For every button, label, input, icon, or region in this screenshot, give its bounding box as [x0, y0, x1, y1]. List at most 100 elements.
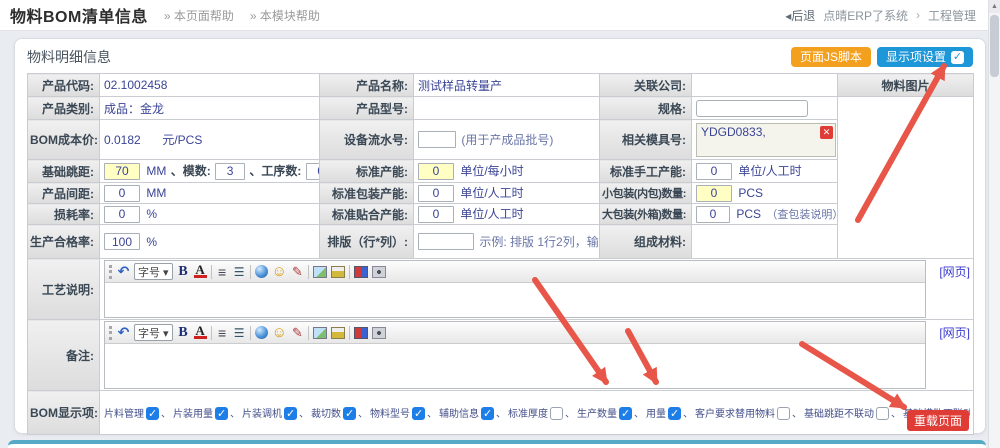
font-size-select[interactable]: 字号 ▾	[134, 324, 173, 341]
save-image-icon[interactable]	[331, 266, 345, 278]
separator	[211, 326, 212, 340]
bold-icon[interactable]: B	[177, 264, 190, 280]
bom-option-checkbox[interactable]	[284, 407, 297, 420]
loss-rate-input[interactable]	[104, 206, 140, 223]
process-note-textarea[interactable]	[105, 283, 925, 317]
emoticon-icon[interactable]: ☺	[272, 325, 287, 341]
display-settings-button[interactable]: 显示项设置 ✓	[877, 47, 973, 67]
bom-option-checkbox[interactable]	[619, 407, 632, 420]
layout-input[interactable]	[418, 233, 474, 250]
scrollbar-thumb[interactable]	[990, 15, 999, 77]
drag-grip	[109, 265, 113, 279]
ordered-list-icon[interactable]: ☰	[233, 264, 246, 280]
std-fit-capacity-input[interactable]	[418, 206, 454, 223]
remark-web-link[interactable]: [网页]	[926, 321, 970, 341]
display-settings-checkbox[interactable]: ✓	[951, 51, 964, 64]
bom-display-options: 片料管理、片装用量、片装调机、裁切数、物料型号、辅助信息、标准厚度、生产数量、用…	[104, 405, 970, 420]
remark-textarea[interactable]	[105, 344, 925, 388]
align-icon[interactable]: ≡	[216, 264, 229, 280]
back-link[interactable]: ◂后退	[785, 7, 815, 24]
std-manual-capacity-input[interactable]	[696, 163, 732, 180]
bom-display-option: 片装用量、	[173, 409, 242, 420]
pass-rate-input[interactable]	[104, 233, 140, 250]
bom-display-option: 基础跳距不联动、	[804, 409, 903, 420]
bom-display-option: 片装调机、	[242, 409, 311, 420]
bom-option-checkbox[interactable]	[668, 407, 681, 420]
field-value-device-serial: (用于产成品批号)	[414, 120, 600, 160]
undo-icon[interactable]: ↶	[117, 264, 130, 280]
std-capacity-input[interactable]	[418, 163, 454, 180]
bom-display-option: 裁切数、	[311, 409, 370, 420]
spec-input[interactable]	[696, 100, 808, 117]
image-icon[interactable]	[313, 266, 327, 278]
link-globe-icon[interactable]	[255, 326, 268, 339]
undo-icon[interactable]: ↶	[117, 325, 130, 341]
image-icon[interactable]	[313, 327, 327, 339]
mold-count-label: 、模数:	[171, 164, 211, 178]
reload-page-button[interactable]: 重载页面	[907, 410, 969, 431]
bom-option-checkbox[interactable]	[343, 407, 356, 420]
large-pack-qty-input[interactable]	[696, 206, 730, 223]
edit-table-icon[interactable]: ✎	[291, 325, 304, 341]
media-icon[interactable]	[354, 327, 368, 339]
module-name-link[interactable]: 工程管理	[928, 7, 976, 24]
bom-option-label: 裁切数	[311, 409, 341, 420]
save-image-icon[interactable]	[331, 327, 345, 339]
system-name-link[interactable]: 点晴ERP了系统	[823, 7, 908, 24]
product-gap-input[interactable]	[104, 185, 140, 202]
device-serial-hint: (用于产成品批号)	[461, 133, 553, 147]
field-label-layout: 排版（行*列）:	[320, 225, 414, 259]
font-color-icon[interactable]: A	[194, 326, 207, 339]
font-color-icon[interactable]: A	[194, 265, 207, 278]
bom-option-checkbox[interactable]	[146, 407, 159, 420]
media-icon[interactable]	[354, 266, 368, 278]
base-pitch-input[interactable]	[104, 163, 140, 180]
bom-option-checkbox[interactable]	[876, 407, 889, 420]
ordered-list-icon[interactable]: ☰	[233, 325, 246, 341]
std-pack-capacity-input[interactable]	[418, 185, 454, 202]
bom-option-checkbox[interactable]	[481, 407, 494, 420]
panel-header: 物料明细信息 页面JS脚本 显示项设置 ✓	[27, 45, 973, 69]
process-count-input[interactable]	[306, 163, 320, 180]
mold-count-input[interactable]	[215, 163, 245, 180]
font-size-select[interactable]: 字号 ▾	[134, 263, 173, 280]
drag-grip	[109, 326, 113, 340]
edit-table-icon[interactable]: ✎	[291, 264, 304, 280]
align-icon[interactable]: ≡	[216, 325, 229, 341]
vertical-scrollbar[interactable]: ▲	[988, 0, 1000, 448]
scroll-up-arrow-icon[interactable]: ▲	[989, 0, 1000, 13]
field-value-bom-cost: 0.0182 元/PCS	[100, 120, 320, 160]
bom-option-checkbox[interactable]	[412, 407, 425, 420]
process-note-cell: ↶字号 ▾BA ≡☰ ☺✎ [网页]	[100, 259, 974, 320]
bom-option-checkbox[interactable]	[550, 407, 563, 420]
field-label-related-company: 关联公司:	[600, 74, 692, 97]
module-help-link[interactable]: » 本模块帮助	[250, 7, 320, 24]
field-value-loss-rate: %	[100, 204, 320, 225]
bom-option-label: 基础跳距不联动	[804, 409, 874, 420]
emoticon-icon[interactable]: ☺	[272, 264, 287, 280]
page-title: 物料BOM清单信息	[10, 3, 148, 27]
mold-delete-icon[interactable]: ✕	[820, 126, 833, 139]
loss-rate-unit: %	[146, 207, 157, 221]
display-settings-label: 显示项设置	[886, 50, 946, 64]
related-mold-box[interactable]: YDGD0833, ✕	[696, 123, 836, 157]
bom-option-checkbox[interactable]	[777, 407, 790, 420]
page-js-script-button[interactable]: 页面JS脚本	[791, 47, 871, 67]
next-panel-top-edge	[8, 440, 986, 448]
source-view-icon[interactable]	[372, 266, 386, 278]
bom-option-label: 生产数量	[577, 409, 617, 420]
field-value-product-gap: MM	[100, 183, 320, 204]
bold-icon[interactable]: B	[177, 325, 190, 341]
base-pitch-unit: MM	[146, 164, 166, 178]
small-pack-qty-input[interactable]	[696, 185, 732, 202]
process-note-web-link[interactable]: [网页]	[926, 260, 970, 280]
page-help-link[interactable]: » 本页面帮助	[164, 7, 234, 24]
source-view-icon[interactable]	[372, 327, 386, 339]
bom-option-label: 片装用量	[173, 409, 213, 420]
device-serial-input[interactable]	[418, 131, 456, 148]
process-note-editor: ↶字号 ▾BA ≡☰ ☺✎	[104, 260, 926, 318]
link-globe-icon[interactable]	[255, 265, 268, 278]
bom-option-checkbox[interactable]	[215, 407, 228, 420]
field-value-materials	[692, 225, 838, 259]
separator	[308, 265, 309, 279]
